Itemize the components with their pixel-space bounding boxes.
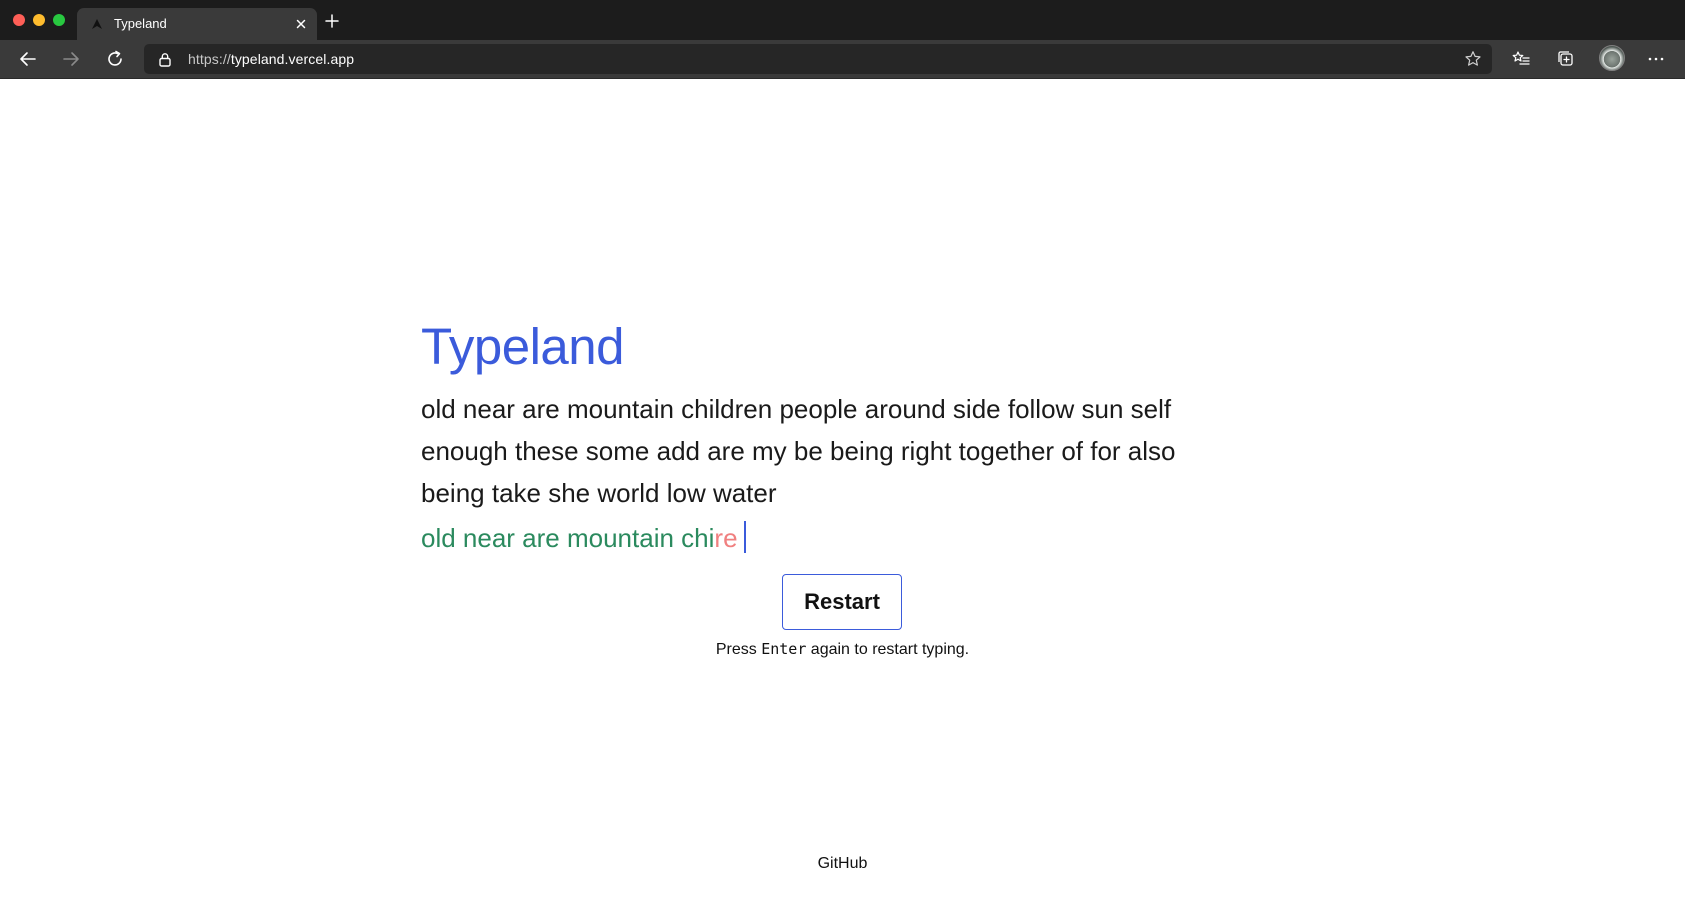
hint-after: again to restart typing.	[806, 641, 970, 658]
reload-icon[interactable]	[105, 49, 125, 69]
browser-window: Typeland https://typeland.vercel.app Typ…	[0, 0, 1685, 924]
lock-icon[interactable]	[158, 52, 172, 67]
arrow-right-icon[interactable]	[61, 49, 81, 69]
arrow-left-icon[interactable]	[18, 49, 38, 69]
maximize-window-button[interactable]	[53, 14, 65, 26]
url-text: https://typeland.vercel.app	[188, 51, 354, 67]
prompt-text: old near are mountain children people ar…	[421, 394, 1176, 508]
github-link[interactable]: GitHub	[0, 853, 1685, 875]
page-title: Typeland	[421, 318, 625, 375]
restart-button[interactable]: Restart	[782, 574, 902, 630]
address-bar[interactable]: https://typeland.vercel.app	[144, 44, 1492, 74]
url-scheme: https://	[188, 51, 231, 67]
hint-key: Enter	[761, 640, 807, 658]
typing-input-display[interactable]: old near are mountain chire	[421, 518, 746, 558]
typed-correct-text: old near are mountain chi	[421, 523, 715, 553]
favorites-list-icon[interactable]	[1511, 49, 1531, 69]
close-icon[interactable]	[293, 16, 309, 32]
typeland-favicon-icon	[92, 19, 102, 29]
more-horizontal-icon[interactable]	[1646, 49, 1666, 69]
avatar[interactable]	[1599, 45, 1625, 71]
tab-strip: Typeland	[0, 0, 1685, 40]
tab-title: Typeland	[114, 16, 167, 31]
close-window-button[interactable]	[13, 14, 25, 26]
typed-incorrect-text: re	[714, 523, 738, 553]
collections-icon[interactable]	[1556, 49, 1576, 69]
plus-icon[interactable]	[324, 13, 340, 29]
star-icon[interactable]	[1464, 50, 1482, 68]
browser-toolbar: https://typeland.vercel.app	[0, 40, 1685, 79]
page-content: Typeland old near are mountain children …	[0, 79, 1685, 924]
url-host: typeland.vercel.app	[230, 51, 355, 67]
tab-typeland[interactable]: Typeland	[77, 8, 317, 40]
text-caret	[743, 521, 746, 553]
restart-hint: Press Enter again to restart typing.	[0, 638, 1685, 661]
hint-before: Press	[715, 641, 762, 658]
minimize-window-button[interactable]	[33, 14, 45, 26]
